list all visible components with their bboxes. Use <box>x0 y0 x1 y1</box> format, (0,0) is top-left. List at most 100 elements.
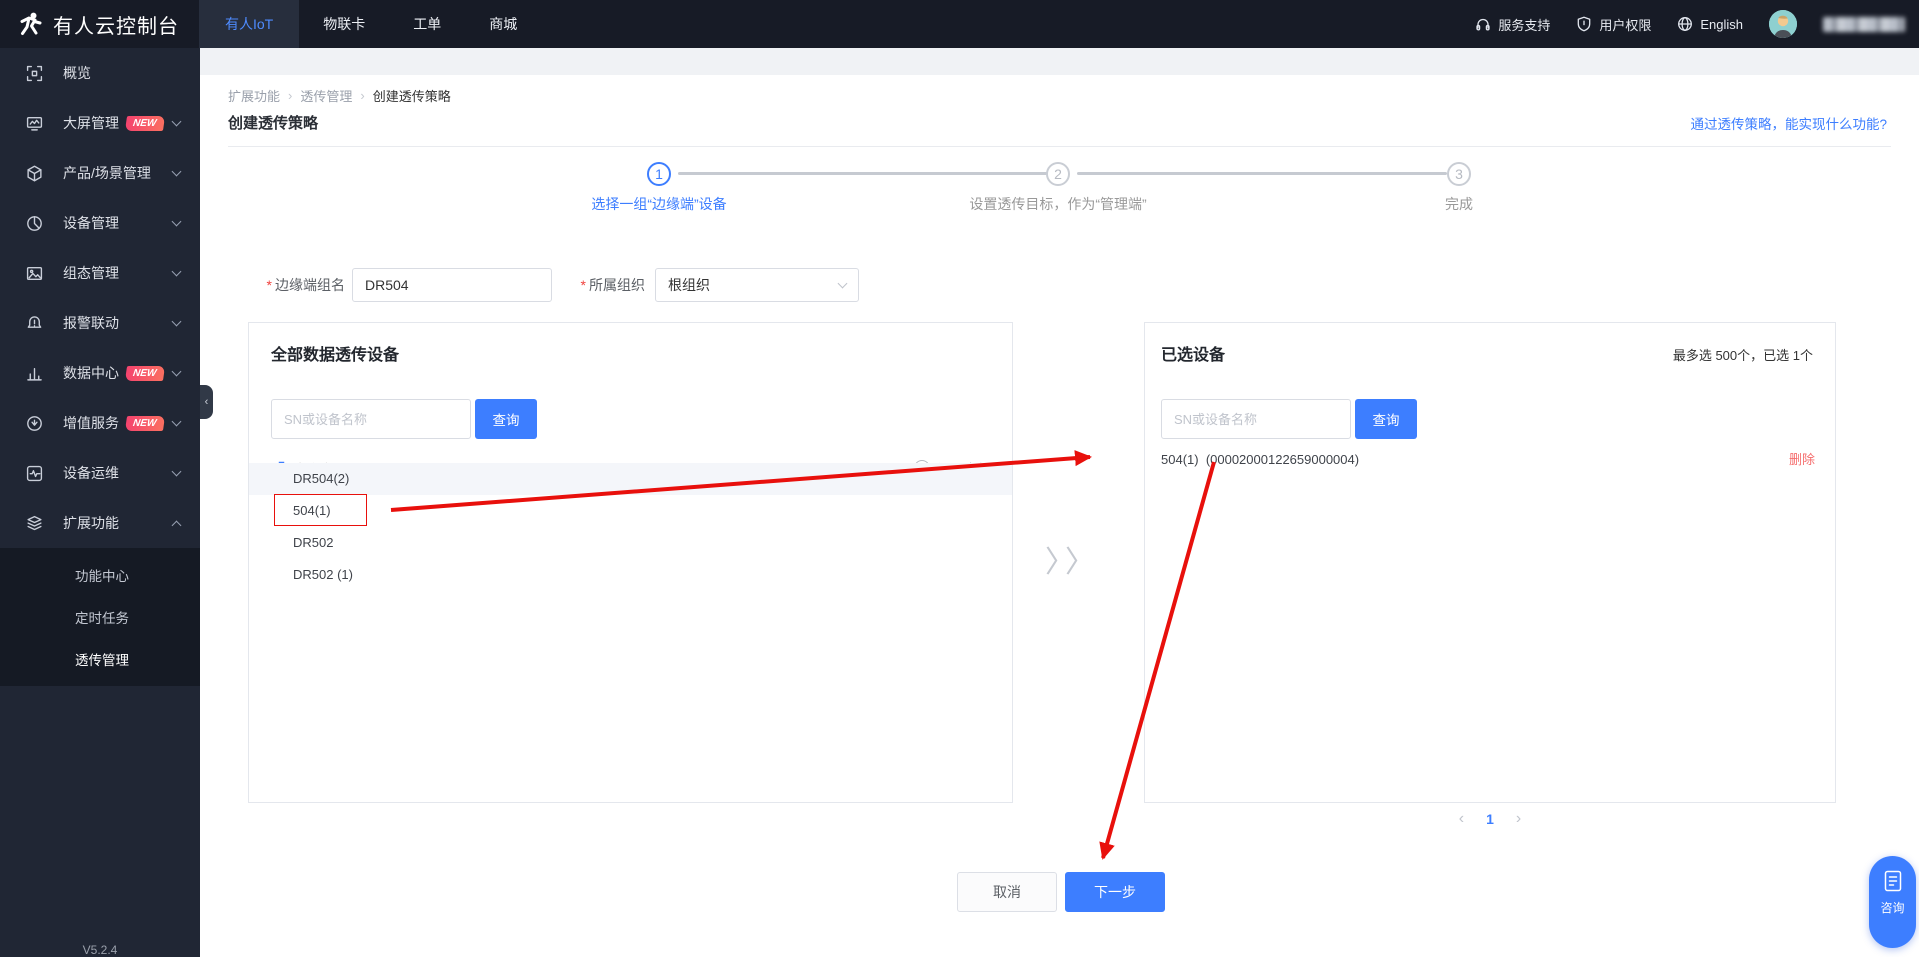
transfer-right-icon[interactable]: 〉〉 <box>1038 537 1095 581</box>
avatar-image <box>1769 10 1797 38</box>
sidebar-collapse-handle[interactable]: ‹ <box>200 385 213 419</box>
sidebar-item-product-scene[interactable]: 产品/场景管理 <box>0 148 200 198</box>
language-switch[interactable]: English <box>1677 16 1743 32</box>
help-link[interactable]: 通过透传策略，能实现什么功能? <box>1690 113 1887 133</box>
sidebar-item-data-center[interactable]: 数据中心 NEW <box>0 348 200 398</box>
left-query-button[interactable]: 查询 <box>475 399 537 439</box>
tab-work-order[interactable]: 工单 <box>389 0 465 48</box>
title-divider <box>228 146 1891 147</box>
selected-devices-panel: 已选设备 最多选 500个，已选 1个 查询 504(1) (000020001… <box>1144 322 1836 803</box>
sidebar-item-value-added[interactable]: 增值服务 NEW <box>0 398 200 448</box>
chevron-down-icon <box>837 278 848 288</box>
username-blurred[interactable] <box>1823 16 1905 32</box>
service-support-label: 服务支持 <box>1498 17 1551 33</box>
step-2-circle: 2 <box>1046 162 1070 186</box>
service-support[interactable]: 服务支持 <box>1475 15 1550 34</box>
device-row-dr504-2[interactable]: DR504(2) <box>249 463 1012 495</box>
step-connector <box>678 172 1048 175</box>
page-prev-button[interactable]: ‹ <box>1459 810 1464 828</box>
pagination: ‹ 1 › <box>1422 810 1558 828</box>
consult-float-button[interactable]: 咨询 <box>1869 856 1916 948</box>
sidebar: 概览 大屏管理 NEW 产品/场景管理 设备管理 组态管理 报警联动 数据中心 … <box>0 48 200 957</box>
tab-usr-iot[interactable]: 有人IoT <box>199 0 300 48</box>
submenu-item-scheduled-tasks[interactable]: 定时任务 <box>0 596 200 638</box>
breadcrumb-passthrough[interactable]: 透传管理 <box>300 86 352 105</box>
topbar-right: 服务支持 用户权限 English <box>1475 10 1919 38</box>
step-3-circle: 3 <box>1447 162 1471 186</box>
page-number[interactable]: 1 <box>1486 811 1494 827</box>
group-name-label: * 边缘端组名 <box>266 277 345 293</box>
org-select[interactable]: 根组织 <box>655 268 859 302</box>
overview-icon <box>26 65 43 81</box>
submenu-item-function-center[interactable]: 功能中心 <box>0 554 200 596</box>
required-asterisk: * <box>580 277 586 293</box>
language-label: English <box>1700 16 1743 32</box>
step-2-label: 设置透传目标，作为“管理端” <box>969 196 1147 212</box>
device-row-dr502[interactable]: DR502 <box>249 527 1012 559</box>
sidebar-item-label: 概览 <box>63 65 91 81</box>
delete-link[interactable]: 删除 <box>1789 443 1815 477</box>
document-icon <box>1884 870 1901 892</box>
chevron-up-icon <box>171 520 182 530</box>
screen-icon <box>26 116 43 131</box>
selected-device-row: 504(1) (00002000122659000004) 删除 <box>1145 443 1835 477</box>
breadcrumb-current: 创建透传策略 <box>372 89 451 104</box>
tab-mall[interactable]: 商城 <box>465 0 541 48</box>
page-next-button[interactable]: › <box>1516 810 1521 828</box>
pulse-icon <box>26 465 43 481</box>
top-nav: 有人IoT 物联卡 工单 商城 <box>199 0 541 48</box>
device-row-504-1[interactable]: 504(1) <box>249 495 1012 527</box>
sidebar-item-label: 报警联动 <box>63 315 119 331</box>
user-permission[interactable]: 用户权限 <box>1576 15 1651 34</box>
breadcrumb-extensions[interactable]: 扩展功能 <box>228 86 280 105</box>
sidebar-item-label: 设备运维 <box>63 465 119 481</box>
right-search-input[interactable] <box>1161 399 1351 439</box>
version-label: V5.2.4 <box>82 943 118 957</box>
pie-chart-icon <box>27 215 42 231</box>
alarm-icon <box>27 315 42 328</box>
sidebar-item-label: 大屏管理 <box>63 115 119 131</box>
step-1-label: 选择一组“边缘端”设备 <box>591 196 727 212</box>
sidebar-item-label: 组态管理 <box>63 265 119 281</box>
submenu-item-passthrough-mgmt[interactable]: 透传管理 <box>0 638 200 680</box>
right-query-button[interactable]: 查询 <box>1355 399 1417 439</box>
left-search-input[interactable] <box>271 399 471 439</box>
chevron-down-icon <box>171 466 182 477</box>
step-1-circle: 1 <box>647 162 671 186</box>
sidebar-item-device-ops[interactable]: 设备运维 <box>0 448 200 498</box>
cube-icon <box>27 165 42 181</box>
all-devices-title: 全部数据透传设备 <box>271 347 400 364</box>
step-connector <box>1077 172 1447 175</box>
new-badge: NEW <box>124 415 166 431</box>
breadcrumb: 扩展功能 › 透传管理 › 创建透传策略 <box>228 86 451 105</box>
sidebar-item-alarm-linkage[interactable]: 报警联动 <box>0 298 200 348</box>
sidebar-item-screen-mgmt[interactable]: 大屏管理 NEW <box>0 98 200 148</box>
sidebar-item-extensions[interactable]: 扩展功能 <box>0 498 200 548</box>
chevron-down-icon <box>171 316 182 327</box>
step-3-label: 完成 <box>1445 196 1473 212</box>
org-label: * 所属组织 <box>580 277 645 293</box>
device-row-dr502-1[interactable]: DR502 (1) <box>249 559 1012 591</box>
app-title: 有人云控制台 <box>53 15 179 38</box>
shield-icon <box>1577 16 1591 32</box>
logo[interactable]: 有人云控制台 <box>0 10 199 39</box>
sidebar-item-label: 产品/场景管理 <box>63 165 151 181</box>
usr-logo-icon <box>20 12 42 35</box>
sidebar-item-config-mgmt[interactable]: 组态管理 <box>0 248 200 298</box>
sidebar-item-overview[interactable]: 概览 <box>0 48 200 98</box>
required-asterisk: * <box>266 277 272 293</box>
page-title: 创建透传策略 <box>228 115 319 132</box>
sidebar-item-device-mgmt[interactable]: 设备管理 <box>0 198 200 248</box>
chevron-down-icon <box>171 116 182 127</box>
headset-icon <box>1476 18 1490 31</box>
app-window: 有人云控制台 有人IoT 物联卡 工单 商城 服务支持 用户权限 English <box>0 0 1919 957</box>
chevron-down-icon <box>171 416 182 427</box>
avatar[interactable] <box>1769 10 1797 38</box>
next-step-button[interactable]: 下一步 <box>1065 872 1165 912</box>
tab-iot-card[interactable]: 物联卡 <box>299 0 389 48</box>
cancel-button[interactable]: 取消 <box>957 872 1057 912</box>
sidebar-item-label: 扩展功能 <box>63 515 119 531</box>
globe-icon <box>1678 17 1693 31</box>
chevron-down-icon <box>171 266 182 277</box>
breadcrumb-separator: › <box>360 88 365 103</box>
